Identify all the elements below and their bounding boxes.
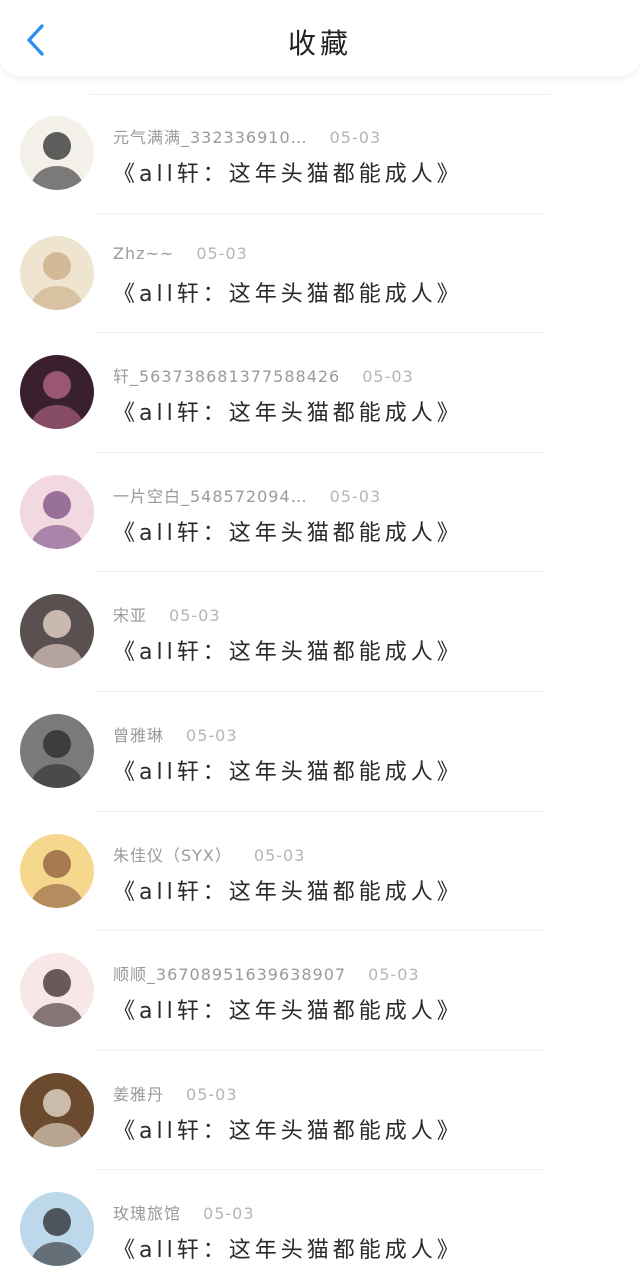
list-item[interactable]: 元气满满_332336910… 05-03 《all轩：这年头猫都能成人》	[0, 94, 640, 214]
username[interactable]: 一片空白_548572094…	[113, 487, 308, 506]
item-meta: 姜雅丹 05-03	[113, 1081, 238, 1105]
avatar[interactable]	[20, 714, 94, 788]
item-title[interactable]: 《all轩：这年头猫都能成人》	[113, 395, 463, 427]
username[interactable]: 宋亚	[113, 606, 147, 625]
avatar[interactable]	[20, 235, 94, 310]
item-title[interactable]: 《all轩：这年头猫都能成人》	[113, 1113, 463, 1145]
item-meta: 玫瑰旅馆 05-03	[113, 1200, 255, 1224]
item-meta: 宋亚 05-03	[113, 602, 221, 626]
item-title[interactable]: 《all轩：这年头猫都能成人》	[113, 156, 463, 188]
timestamp: 05-03	[329, 128, 382, 147]
item-meta: 轩_563738681377588426 05-03	[113, 363, 414, 387]
list-item[interactable]: 朱佳仪（SYX） 05-03 《all轩：这年头猫都能成人》	[0, 812, 640, 932]
item-meta: 一片空白_548572094… 05-03	[113, 483, 381, 507]
list-item[interactable]: 姜雅丹 05-03 《all轩：这年头猫都能成人》	[0, 1051, 640, 1171]
username[interactable]: 曾雅琳	[113, 726, 164, 745]
item-meta: 元气满满_332336910… 05-03	[113, 124, 381, 148]
list-item[interactable]: 一片空白_548572094… 05-03 《all轩：这年头猫都能成人》	[0, 453, 640, 573]
avatar[interactable]	[20, 116, 94, 190]
item-title[interactable]: 《all轩：这年头猫都能成人》	[113, 276, 463, 308]
username[interactable]: 姜雅丹	[113, 1085, 164, 1104]
list-item[interactable]: Zhz~~ 05-03 《all轩：这年头猫都能成人》	[0, 214, 640, 334]
username[interactable]: 朱佳仪（SYX）	[113, 846, 232, 865]
list-item[interactable]: 顺顺_36708951639638907 05-03 《all轩：这年头猫都能成人》	[0, 931, 640, 1051]
timestamp: 05-03	[253, 845, 306, 865]
item-meta: 顺顺_36708951639638907 05-03	[113, 961, 420, 985]
list-item[interactable]: 曾雅琳 05-03 《all轩：这年头猫都能成人》	[0, 692, 640, 812]
item-meta: 曾雅琳 05-03	[113, 722, 238, 746]
favorites-page: 收藏 元气满满_332336910… 05-03 《all轩：这年头猫都能成人》 Zh…	[0, 0, 640, 1276]
item-title[interactable]: 《all轩：这年头猫都能成人》	[113, 1232, 463, 1264]
timestamp: 05-03	[186, 1084, 238, 1104]
timestamp: 05-03	[362, 367, 414, 387]
avatar[interactable]	[20, 953, 94, 1028]
header-bar: 收藏	[0, 0, 640, 76]
avatar[interactable]	[20, 1192, 94, 1267]
avatar[interactable]	[20, 355, 94, 430]
item-title[interactable]: 《all轩：这年头猫都能成人》	[113, 874, 463, 906]
list-item[interactable]: 玫瑰旅馆 05-03 《all轩：这年头猫都能成人》	[0, 1170, 640, 1276]
username[interactable]: 顺顺_36708951639638907	[113, 965, 346, 984]
item-title[interactable]: 《all轩：这年头猫都能成人》	[113, 754, 463, 786]
avatar[interactable]	[20, 833, 94, 908]
username[interactable]: Zhz~~	[113, 244, 174, 263]
username[interactable]: 元气满满_332336910…	[113, 128, 308, 147]
avatar[interactable]	[20, 474, 94, 549]
page-title: 收藏	[287, 27, 352, 60]
timestamp: 05-03	[186, 726, 238, 745]
username[interactable]: 轩_563738681377588426	[113, 367, 340, 386]
timestamp: 05-03	[329, 486, 382, 506]
timestamp: 05-03	[196, 243, 248, 263]
item-title[interactable]: 《all轩：这年头猫都能成人》	[113, 634, 463, 666]
item-title[interactable]: 《all轩：这年头猫都能成人》	[113, 515, 463, 547]
item-meta: 朱佳仪（SYX） 05-03	[113, 842, 305, 866]
list-item[interactable]: 轩_563738681377588426 05-03 《all轩：这年头猫都能成人》	[0, 333, 640, 453]
list-item[interactable]: 宋亚 05-03 《all轩：这年头猫都能成人》	[0, 572, 640, 692]
avatar[interactable]	[20, 1072, 94, 1147]
timestamp: 05-03	[368, 965, 420, 985]
username[interactable]: 玫瑰旅馆	[113, 1204, 181, 1223]
item-title[interactable]: 《all轩：这年头猫都能成人》	[113, 993, 463, 1025]
item-meta: Zhz~~ 05-03	[113, 244, 248, 263]
timestamp: 05-03	[203, 1204, 255, 1224]
timestamp: 05-03	[169, 606, 221, 626]
avatar[interactable]	[20, 594, 94, 669]
